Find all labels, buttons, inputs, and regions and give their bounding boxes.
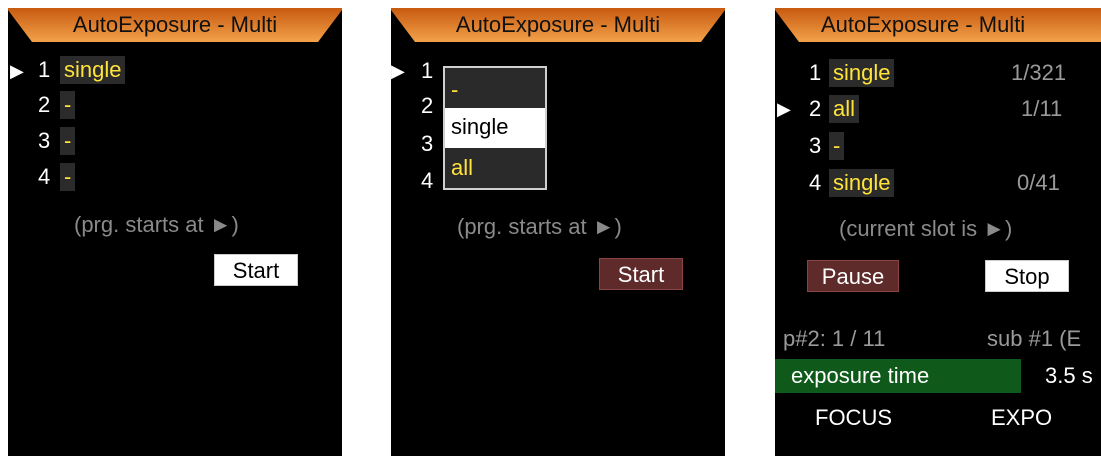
program-status: p#2: 1 / 11 bbox=[783, 326, 886, 351]
current-slot-marker-icon: ▶ bbox=[391, 61, 405, 81]
window-title: AutoExposure - Multi bbox=[455, 12, 661, 37]
window-title: AutoExposure - Multi bbox=[821, 12, 1026, 37]
slot-4-progress: 0/41 bbox=[1017, 170, 1060, 195]
title-bar: AutoExposure - Multi bbox=[8, 8, 342, 42]
mode-dropdown[interactable]: - single all bbox=[443, 66, 547, 190]
screen-mode-dropdown: AutoExposure - Multi ▶ 1 2 3 4 - single … bbox=[391, 8, 725, 456]
slot-number: 3 bbox=[809, 133, 822, 158]
slot-number: 3 bbox=[421, 131, 434, 156]
focus-softkey[interactable]: FOCUS bbox=[815, 405, 892, 431]
dropdown-option[interactable]: all bbox=[451, 154, 473, 182]
start-button[interactable]: Start bbox=[214, 254, 298, 286]
slot-number: 4 bbox=[38, 164, 51, 189]
slot-number: 4 bbox=[421, 168, 434, 193]
expo-softkey[interactable]: EXPO bbox=[991, 405, 1052, 431]
slot-1-progress: 1/321 bbox=[1011, 60, 1067, 85]
slot-1-mode[interactable]: single bbox=[60, 56, 126, 84]
current-slot-marker-icon: ▶ bbox=[777, 99, 791, 119]
slot-number: 2 bbox=[38, 92, 51, 117]
start-hint: (prg. starts at ►) bbox=[457, 214, 622, 239]
screen-program-running: AutoExposure - Multi 1 single 1/321 ▶ 2 … bbox=[775, 8, 1101, 456]
dropdown-option-label: single bbox=[451, 114, 509, 139]
start-button[interactable]: Start bbox=[599, 258, 683, 290]
stop-button[interactable]: Stop bbox=[985, 260, 1069, 292]
window-title: AutoExposure - Multi bbox=[72, 12, 278, 37]
title-bar: AutoExposure - Multi bbox=[391, 8, 725, 42]
slot-number: 2 bbox=[809, 96, 822, 121]
slot-3-mode[interactable]: - bbox=[60, 127, 76, 155]
slot-number: 3 bbox=[38, 128, 51, 153]
slot-number: 1 bbox=[421, 58, 434, 83]
slot-2-progress: 1/11 bbox=[1021, 96, 1063, 121]
dropdown-option-selected[interactable]: single bbox=[445, 108, 545, 148]
slot-2-mode[interactable]: all bbox=[829, 95, 860, 123]
slot-3-mode[interactable]: - bbox=[829, 132, 845, 160]
start-hint: (prg. starts at ►) bbox=[74, 212, 239, 237]
parameter-value: 3.5 s bbox=[1045, 363, 1093, 388]
pause-button[interactable]: Pause bbox=[807, 260, 899, 292]
dropdown-option[interactable]: - bbox=[451, 76, 458, 104]
slot-number: 2 bbox=[421, 93, 434, 118]
parameter-label: exposure time bbox=[791, 363, 930, 388]
slot-4-mode[interactable]: single bbox=[829, 169, 895, 197]
current-slot-hint: (current slot is ►) bbox=[839, 216, 1013, 241]
slot-number: 1 bbox=[809, 60, 822, 85]
slot-1-mode[interactable]: single bbox=[829, 59, 895, 87]
slot-4-mode[interactable]: - bbox=[60, 163, 76, 191]
sub-status: sub #1 (E bbox=[987, 326, 1082, 351]
title-bar: AutoExposure - Multi bbox=[775, 8, 1101, 42]
current-slot-marker-icon: ▶ bbox=[10, 61, 24, 81]
screen-program-setup: AutoExposure - Multi ▶ 1 single 2 - 3 - … bbox=[8, 8, 342, 456]
slot-2-mode[interactable]: - bbox=[60, 91, 76, 119]
slot-number: 4 bbox=[809, 170, 822, 195]
slot-number: 1 bbox=[38, 57, 51, 82]
